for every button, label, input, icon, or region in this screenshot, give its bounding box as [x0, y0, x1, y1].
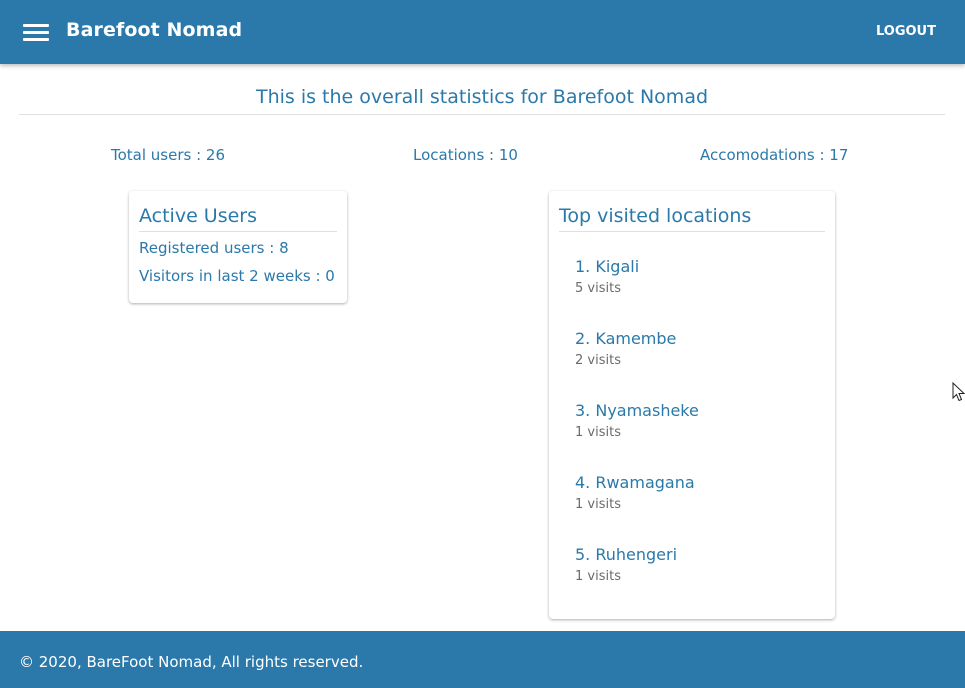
mouse-pointer-icon: [952, 382, 965, 402]
location-visits: 1 visits: [575, 569, 621, 584]
visitors-text: Visitors in last 2 weeks : 0: [139, 267, 335, 285]
copyright-text: © 2020, BareFoot Nomad, All rights reser…: [19, 653, 364, 671]
location-name: 4. Rwamagana: [575, 473, 695, 492]
top-locations-card: Top visited locations 1. Kigali 5 visits…: [549, 191, 835, 619]
active-users-card: Active Users Registered users : 8 Visito…: [129, 191, 347, 303]
location-name: 1. Kigali: [575, 257, 640, 276]
list-item[interactable]: 1. Kigali 5 visits: [575, 257, 639, 296]
location-visits: 5 visits: [575, 281, 621, 296]
location-name: 2. Kamembe: [575, 329, 677, 348]
registered-users-text: Registered users : 8: [139, 239, 289, 257]
list-item[interactable]: 4. Rwamagana 1 visits: [575, 473, 695, 512]
location-visits: 1 visits: [575, 497, 621, 512]
location-visits: 1 visits: [575, 425, 621, 440]
location-name: 5. Ruhengeri: [575, 545, 678, 564]
list-item[interactable]: 3. Nyamasheke 1 visits: [575, 401, 699, 440]
app-bar: Barefoot Nomad LOGOUT: [0, 0, 965, 64]
footer: © 2020, BareFoot Nomad, All rights reser…: [0, 631, 965, 688]
hamburger-menu-icon[interactable]: [22, 22, 50, 42]
app-title[interactable]: Barefoot Nomad: [66, 19, 242, 41]
total-users-stat: Total users : 26: [111, 146, 226, 164]
location-visits: 2 visits: [575, 353, 621, 368]
active-users-title: Active Users: [139, 205, 337, 232]
list-item[interactable]: 5. Ruhengeri 1 visits: [575, 545, 677, 584]
location-name: 3. Nyamasheke: [575, 401, 699, 420]
locations-stat: Locations : 10: [413, 146, 518, 164]
page-title: This is the overall statistics for Baref…: [19, 86, 945, 115]
accomodations-stat: Accomodations : 17: [700, 146, 849, 164]
logout-button[interactable]: LOGOUT: [876, 24, 936, 39]
top-locations-title: Top visited locations: [559, 205, 825, 232]
list-item[interactable]: 2. Kamembe 2 visits: [575, 329, 676, 368]
